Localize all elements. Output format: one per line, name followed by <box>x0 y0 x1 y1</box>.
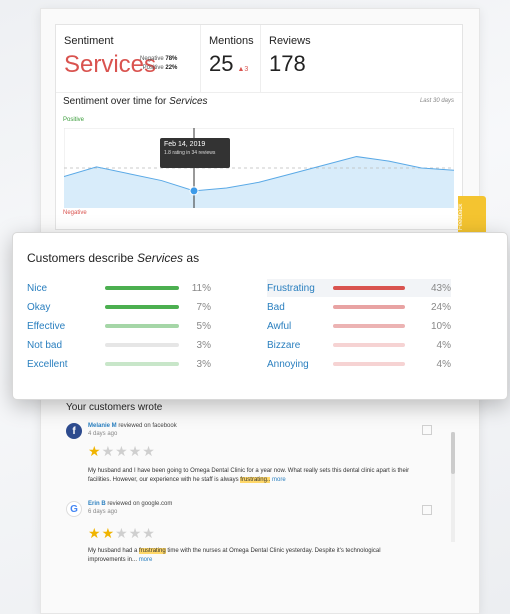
scroll-thumb[interactable] <box>451 432 455 474</box>
reviews-scrollbar[interactable] <box>451 432 455 542</box>
review-date: 6 days ago <box>88 509 118 515</box>
star-empty-icon: ★ <box>115 443 129 459</box>
describe-row: Annoying 4% <box>267 355 451 373</box>
describe-bar <box>333 286 405 290</box>
describe-word[interactable]: Bizzare <box>267 340 329 351</box>
describe-percent: 3% <box>196 358 211 370</box>
star-empty-icon: ★ <box>142 525 156 541</box>
describe-title: Customers describe Services as <box>27 251 200 265</box>
describe-bar <box>105 362 179 366</box>
google-icon: G <box>66 501 82 517</box>
describe-bar <box>333 305 405 309</box>
describe-percent: 3% <box>196 339 211 351</box>
describe-bar <box>105 324 179 328</box>
star-filled-icon: ★ <box>88 443 102 459</box>
describe-percent: 5% <box>196 320 211 332</box>
describe-percent: 24% <box>430 301 451 313</box>
star-filled-icon: ★ <box>88 525 102 541</box>
reviews-metric: Reviews 178 <box>260 25 340 92</box>
star-empty-icon: ★ <box>128 443 143 459</box>
describe-popup: Customers describe Services as Nice 11% Ok… <box>12 232 508 400</box>
star-rating: ★★★★★ <box>88 443 156 460</box>
describe-word[interactable]: Frustrating <box>267 283 329 294</box>
describe-percent: 43% <box>430 282 451 294</box>
review-author[interactable]: Erin B <box>88 501 106 507</box>
describe-bar <box>333 343 405 347</box>
external-link-icon[interactable] <box>422 505 432 515</box>
describe-percent: 11% <box>191 282 211 294</box>
describe-bar <box>333 324 405 328</box>
reviews-value: 178 <box>269 51 306 76</box>
more-link[interactable]: more <box>272 477 286 483</box>
describe-row: Okay 7% <box>27 298 211 316</box>
mentions-delta: ▲3 <box>237 66 249 73</box>
describe-percent: 10% <box>430 320 451 332</box>
review-text: My husband and I have been going to Omeg… <box>88 468 410 483</box>
describe-row: Frustrating 43% <box>267 279 451 297</box>
star-empty-icon: ★ <box>142 443 156 459</box>
highlight-point <box>189 186 199 196</box>
describe-bar <box>105 286 179 290</box>
sentiment-chart <box>64 128 454 208</box>
review-head: Erin B reviewed on google.com 6 days ago <box>88 501 173 515</box>
reviews-label: Reviews <box>269 35 311 47</box>
facebook-icon: f <box>66 423 82 439</box>
mentions-label: Mentions <box>209 35 254 47</box>
chart-title: Sentiment over time for Services <box>63 96 208 107</box>
describe-word[interactable]: Okay <box>27 302 85 313</box>
external-link-icon[interactable] <box>422 425 432 435</box>
review-author[interactable]: Melanie M <box>88 423 117 429</box>
describe-bar <box>333 362 405 366</box>
tooltip-date: Feb 14, 2019 <box>164 141 206 148</box>
describe-bar <box>105 343 179 347</box>
review-text: My husband had a frustrating time with t… <box>88 548 381 563</box>
describe-word[interactable]: Annoying <box>267 359 329 370</box>
describe-word[interactable]: Bad <box>267 302 329 313</box>
star-empty-icon: ★ <box>115 525 129 541</box>
describe-row: Nice 11% <box>27 279 211 297</box>
star-rating: ★★★★★ <box>88 525 156 542</box>
mentions-value: 25 <box>209 51 234 76</box>
sentiment-split: Negative 78% Positive 22% <box>140 56 178 71</box>
describe-row: Not bad 3% <box>27 336 211 354</box>
describe-percent: 7% <box>196 301 211 313</box>
chart-range-label: Last 30 days <box>419 98 454 104</box>
star-empty-icon: ★ <box>128 525 143 541</box>
describe-word[interactable]: Effective <box>27 321 85 332</box>
describe-row: Awful 10% <box>267 317 451 335</box>
describe-word[interactable]: Nice <box>27 283 85 294</box>
more-link[interactable]: more <box>139 557 153 563</box>
describe-row: Effective 5% <box>27 317 211 335</box>
metrics-row: Sentiment Services Negative 78% Positive… <box>56 25 462 93</box>
describe-row: Bizzare 4% <box>267 336 451 354</box>
describe-word[interactable]: Not bad <box>27 340 85 351</box>
positive-axis-label: Positive <box>63 117 85 123</box>
mentions-metric: Mentions 25 ▲3 <box>200 25 260 92</box>
describe-word[interactable]: Awful <box>267 321 329 332</box>
chart-tooltip: Feb 14, 2019 1.8 rating in 34 reviews <box>160 138 230 168</box>
describe-row: Excellent 3% <box>27 355 211 373</box>
reviews-title: Your customers wrote <box>66 402 163 413</box>
negative-axis-label: Negative <box>63 210 87 216</box>
star-empty-icon: ★ <box>101 443 116 459</box>
review-head: Melanie M reviewed on facebook 4 days ag… <box>88 423 177 437</box>
describe-percent: 4% <box>436 339 451 351</box>
describe-percent: 4% <box>436 358 451 370</box>
describe-word[interactable]: Excellent <box>27 359 85 370</box>
tooltip-text: 1.8 rating in 34 reviews <box>164 150 216 156</box>
star-filled-icon: ★ <box>101 525 116 541</box>
describe-bar <box>105 305 179 309</box>
review-date: 4 days ago <box>88 431 118 437</box>
sentiment-label: Sentiment <box>64 35 114 47</box>
sentiment-metric: Sentiment Services Negative 78% Positive… <box>56 25 200 92</box>
describe-row: Bad 24% <box>267 298 451 316</box>
